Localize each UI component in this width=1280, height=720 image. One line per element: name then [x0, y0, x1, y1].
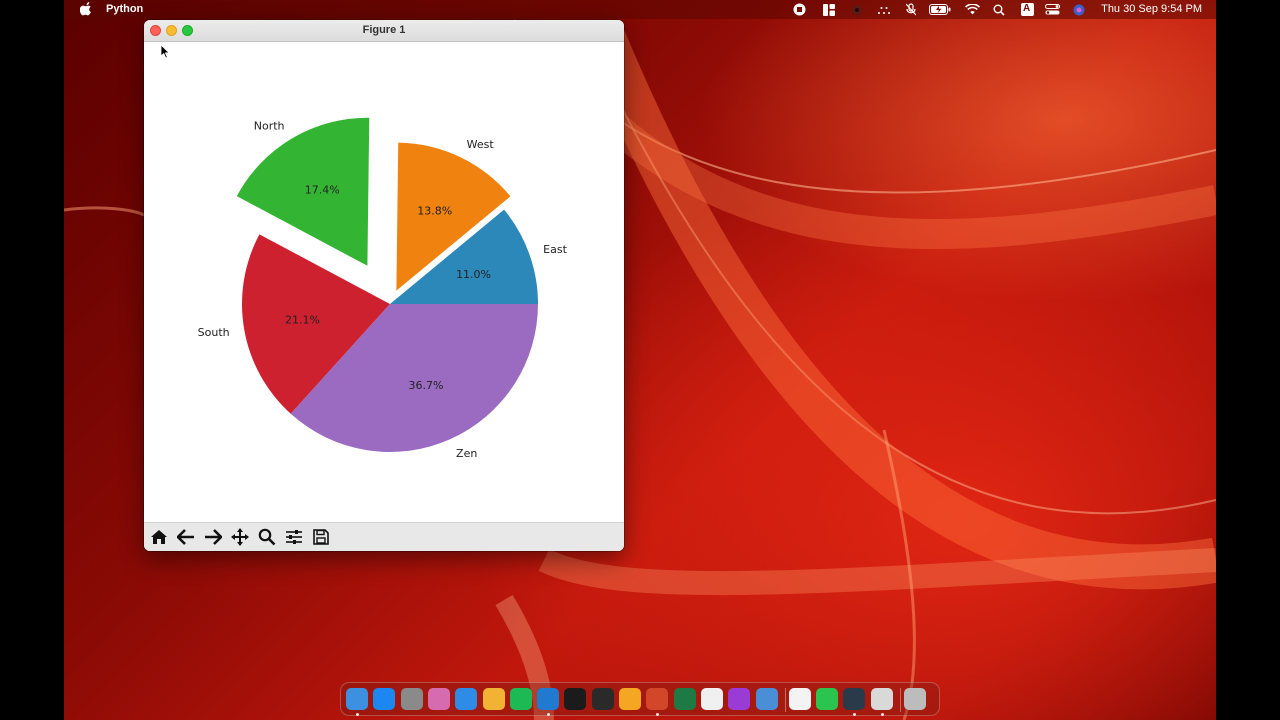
figure-canvas[interactable]: 11.0% East 13.8% West 17.4% North 21.1% South 36…	[144, 42, 624, 522]
mouse-cursor	[160, 44, 170, 59]
mic-off-icon[interactable]	[904, 2, 918, 17]
launchpad-icon[interactable]	[427, 688, 450, 710]
configure-subplots-button[interactable]	[281, 525, 307, 549]
feedback-icon[interactable]	[728, 688, 751, 710]
control-center-icon[interactable]	[1044, 2, 1060, 17]
console-icon[interactable]	[591, 688, 614, 710]
pie-category-label-south: South	[198, 326, 230, 339]
configure-subplots-icon	[286, 530, 302, 544]
facetime-icon[interactable]	[816, 688, 839, 710]
window-title-bar[interactable]: Figure 1	[144, 20, 624, 42]
pie-percent-label-north: 17.4%	[305, 183, 340, 196]
menubar-clock[interactable]: Thu 30 Sep 9:54 PM	[1101, 3, 1202, 15]
pie-percent-label-east: 11.0%	[456, 268, 491, 281]
pie-chart: 11.0% East 13.8% West 17.4% North 21.1% South 36…	[198, 117, 568, 460]
pie-percent-label-west: 13.8%	[417, 205, 452, 218]
forward-icon	[205, 529, 222, 545]
xcode-icon[interactable]	[755, 688, 778, 710]
pie-category-label-zen: Zen	[456, 447, 477, 460]
pie-category-label-west: West	[467, 138, 495, 151]
forward-button[interactable]	[200, 525, 226, 549]
window-layout-icon[interactable]	[822, 2, 836, 17]
dock-separator	[900, 688, 901, 712]
vscode-icon[interactable]	[537, 688, 560, 710]
wifi-icon[interactable]	[964, 2, 980, 17]
terminal-icon[interactable]	[564, 688, 587, 710]
back-button[interactable]	[173, 525, 199, 549]
battery-icon[interactable]	[928, 2, 952, 17]
pie-percent-label-south: 21.1%	[285, 313, 320, 326]
running-indicator	[880, 713, 884, 716]
python-rocket-icon[interactable]	[870, 688, 893, 710]
zoom-button[interactable]	[254, 525, 280, 549]
pie-category-label-east: East	[543, 243, 567, 256]
running-indicator	[547, 713, 551, 716]
dots-icon[interactable]	[876, 2, 892, 17]
camera-icon[interactable]	[850, 2, 864, 17]
zoom-icon	[258, 528, 276, 546]
dock	[340, 682, 940, 716]
finder-icon[interactable]	[346, 688, 368, 710]
save-button[interactable]	[308, 525, 334, 549]
apple-menu-icon[interactable]	[80, 2, 92, 16]
screen-record-icon[interactable]	[792, 2, 806, 17]
desktop: Python A Thu 30 Sep 9:54 PM Figure 1 11.…	[64, 0, 1216, 720]
siri-icon[interactable]	[1072, 2, 1086, 17]
word-icon[interactable]	[700, 688, 723, 710]
home-app-icon[interactable]	[619, 688, 641, 710]
dock-separator	[784, 688, 786, 712]
input-source-icon[interactable]: A	[1020, 2, 1034, 17]
system-preferences-icon[interactable]	[400, 688, 423, 710]
navigation-toolbar	[144, 522, 624, 551]
pan-icon	[231, 528, 249, 546]
trash-icon[interactable]	[904, 688, 926, 710]
active-app-name[interactable]: Python	[106, 3, 143, 15]
pie-percent-label-zen: 36.7%	[409, 379, 444, 392]
spotlight-icon[interactable]	[992, 2, 1006, 17]
pan-button[interactable]	[227, 525, 253, 549]
back-icon	[177, 529, 194, 545]
figure-window: Figure 1 11.0% East 13.8% West 17.4% North 21.…	[144, 20, 624, 551]
menu-bar: Python A Thu 30 Sep 9:54 PM	[64, 0, 1216, 19]
excel-icon[interactable]	[673, 688, 696, 710]
safari-icon[interactable]	[455, 688, 478, 710]
input-source-label: A	[1023, 3, 1031, 14]
home-button[interactable]	[146, 525, 172, 549]
pie-category-label-north: North	[254, 120, 285, 133]
home-icon	[151, 530, 167, 544]
running-indicator	[853, 713, 857, 716]
running-indicator	[656, 713, 660, 716]
window-title: Figure 1	[362, 24, 406, 36]
save-icon	[313, 529, 329, 545]
running-indicator	[356, 713, 359, 716]
spotify-icon[interactable]	[509, 688, 532, 710]
paintbrush-icon[interactable]	[788, 688, 811, 710]
photos-icon[interactable]	[482, 688, 505, 710]
app-store-icon[interactable]	[373, 688, 396, 710]
powerpoint-icon[interactable]	[646, 688, 669, 710]
quicktime-icon[interactable]	[843, 688, 866, 710]
